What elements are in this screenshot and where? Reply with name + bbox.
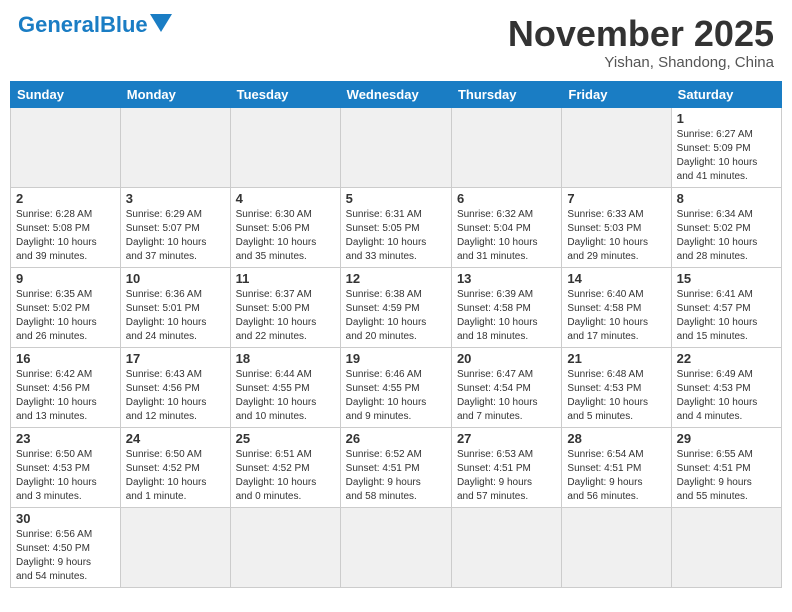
header-monday: Monday — [120, 81, 230, 107]
calendar-row-2: 2 Sunrise: 6:28 AMSunset: 5:08 PMDayligh… — [11, 187, 782, 267]
empty-cell — [562, 107, 671, 187]
day-18: 18 Sunrise: 6:44 AMSunset: 4:55 PMDaylig… — [230, 347, 340, 427]
day-11: 11 Sunrise: 6:37 AMSunset: 5:00 PMDaylig… — [230, 267, 340, 347]
day-28: 28 Sunrise: 6:54 AMSunset: 4:51 PMDaylig… — [562, 427, 671, 507]
day-19: 19 Sunrise: 6:46 AMSunset: 4:55 PMDaylig… — [340, 347, 451, 427]
day-4: 4 Sunrise: 6:30 AMSunset: 5:06 PMDayligh… — [230, 187, 340, 267]
calendar-row-4: 16 Sunrise: 6:42 AMSunset: 4:56 PMDaylig… — [11, 347, 782, 427]
logo-triangle-icon — [150, 14, 172, 32]
day-6: 6 Sunrise: 6:32 AMSunset: 5:04 PMDayligh… — [451, 187, 561, 267]
day-17: 17 Sunrise: 6:43 AMSunset: 4:56 PMDaylig… — [120, 347, 230, 427]
header-wednesday: Wednesday — [340, 81, 451, 107]
empty-cell — [671, 507, 781, 587]
empty-cell — [230, 107, 340, 187]
empty-cell — [340, 107, 451, 187]
day-5: 5 Sunrise: 6:31 AMSunset: 5:05 PMDayligh… — [340, 187, 451, 267]
empty-cell — [11, 107, 121, 187]
calendar-row-1: 1 Sunrise: 6:27 AMSunset: 5:09 PMDayligh… — [11, 107, 782, 187]
day-16: 16 Sunrise: 6:42 AMSunset: 4:56 PMDaylig… — [11, 347, 121, 427]
empty-cell — [230, 507, 340, 587]
day-14: 14 Sunrise: 6:40 AMSunset: 4:58 PMDaylig… — [562, 267, 671, 347]
empty-cell — [340, 507, 451, 587]
day-15: 15 Sunrise: 6:41 AMSunset: 4:57 PMDaylig… — [671, 267, 781, 347]
calendar-row-6: 30 Sunrise: 6:56 AMSunset: 4:50 PMDaylig… — [11, 507, 782, 587]
header-sunday: Sunday — [11, 81, 121, 107]
title-block: November 2025 Yishan, Shandong, China — [508, 14, 774, 71]
day-9: 9 Sunrise: 6:35 AMSunset: 5:02 PMDayligh… — [11, 267, 121, 347]
day-20: 20 Sunrise: 6:47 AMSunset: 4:54 PMDaylig… — [451, 347, 561, 427]
day-25: 25 Sunrise: 6:51 AMSunset: 4:52 PMDaylig… — [230, 427, 340, 507]
day-12: 12 Sunrise: 6:38 AMSunset: 4:59 PMDaylig… — [340, 267, 451, 347]
logo-blue: Blue — [100, 12, 148, 37]
empty-cell — [451, 507, 561, 587]
day-10: 10 Sunrise: 6:36 AMSunset: 5:01 PMDaylig… — [120, 267, 230, 347]
empty-cell — [120, 507, 230, 587]
empty-cell — [562, 507, 671, 587]
day-30: 30 Sunrise: 6:56 AMSunset: 4:50 PMDaylig… — [11, 507, 121, 587]
day-2: 2 Sunrise: 6:28 AMSunset: 5:08 PMDayligh… — [11, 187, 121, 267]
calendar-row-5: 23 Sunrise: 6:50 AMSunset: 4:53 PMDaylig… — [11, 427, 782, 507]
day-26: 26 Sunrise: 6:52 AMSunset: 4:51 PMDaylig… — [340, 427, 451, 507]
logo: GeneralBlue — [18, 14, 172, 36]
empty-cell — [451, 107, 561, 187]
location-subtitle: Yishan, Shandong, China — [508, 54, 774, 71]
calendar-row-3: 9 Sunrise: 6:35 AMSunset: 5:02 PMDayligh… — [11, 267, 782, 347]
logo-text: GeneralBlue — [18, 14, 148, 36]
logo-general: General — [18, 12, 100, 37]
month-title: November 2025 — [508, 14, 774, 54]
day-23: 23 Sunrise: 6:50 AMSunset: 4:53 PMDaylig… — [11, 427, 121, 507]
day-27: 27 Sunrise: 6:53 AMSunset: 4:51 PMDaylig… — [451, 427, 561, 507]
header-tuesday: Tuesday — [230, 81, 340, 107]
day-22: 22 Sunrise: 6:49 AMSunset: 4:53 PMDaylig… — [671, 347, 781, 427]
day-3: 3 Sunrise: 6:29 AMSunset: 5:07 PMDayligh… — [120, 187, 230, 267]
header-saturday: Saturday — [671, 81, 781, 107]
calendar-table: Sunday Monday Tuesday Wednesday Thursday… — [10, 81, 782, 588]
empty-cell — [120, 107, 230, 187]
day-13: 13 Sunrise: 6:39 AMSunset: 4:58 PMDaylig… — [451, 267, 561, 347]
page-header: GeneralBlue November 2025 Yishan, Shando… — [10, 10, 782, 75]
day-8: 8 Sunrise: 6:34 AMSunset: 5:02 PMDayligh… — [671, 187, 781, 267]
header-friday: Friday — [562, 81, 671, 107]
weekday-header-row: Sunday Monday Tuesday Wednesday Thursday… — [11, 81, 782, 107]
day-1: 1 Sunrise: 6:27 AMSunset: 5:09 PMDayligh… — [671, 107, 781, 187]
day-24: 24 Sunrise: 6:50 AMSunset: 4:52 PMDaylig… — [120, 427, 230, 507]
day-21: 21 Sunrise: 6:48 AMSunset: 4:53 PMDaylig… — [562, 347, 671, 427]
day-7: 7 Sunrise: 6:33 AMSunset: 5:03 PMDayligh… — [562, 187, 671, 267]
day-29: 29 Sunrise: 6:55 AMSunset: 4:51 PMDaylig… — [671, 427, 781, 507]
header-thursday: Thursday — [451, 81, 561, 107]
